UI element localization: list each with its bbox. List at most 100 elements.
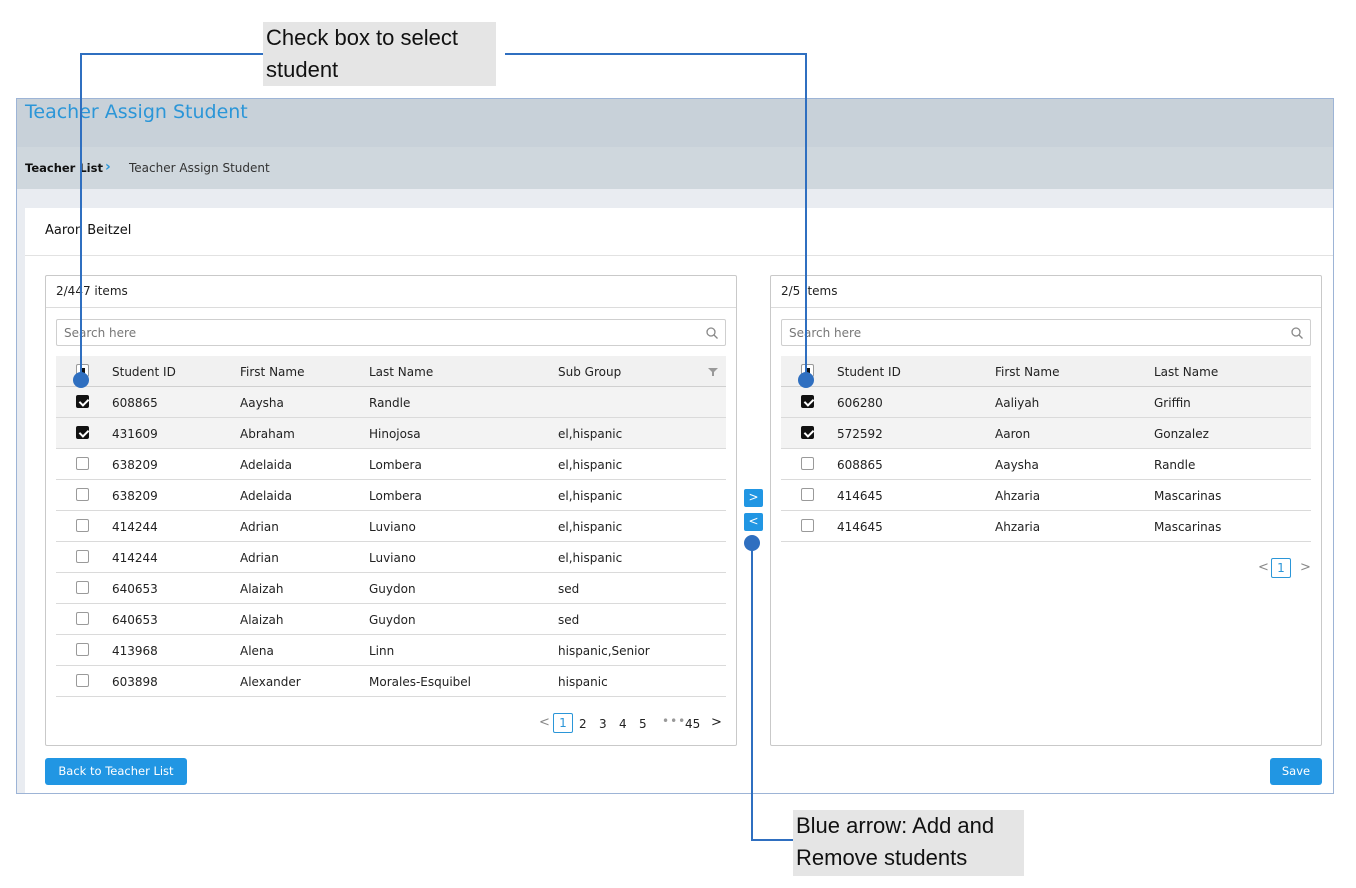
callout-text-line: Blue arrow: Add and: [796, 813, 995, 838]
right-pagination: < 1 >: [1258, 558, 1318, 578]
row-checkbox[interactable]: [801, 488, 814, 501]
cell-first-name: Adelaida: [240, 489, 292, 503]
page-4-button[interactable]: 4: [619, 717, 627, 731]
available-students-panel: 2/447 items Student ID First Name Last N…: [45, 275, 737, 746]
left-search-box: [56, 319, 726, 346]
row-checkbox[interactable]: [76, 395, 89, 408]
column-header-first-name[interactable]: First Name: [995, 365, 1059, 379]
table-row[interactable]: 638209 Adelaida Lombera el,hispanic: [56, 480, 726, 511]
table-row[interactable]: 414645 Ahzaria Mascarinas: [781, 480, 1311, 511]
cell-last-name: Linn: [369, 644, 395, 658]
arrow-callout: Blue arrow: Add and Remove students: [793, 810, 1024, 876]
card-header: Aaron Beitzel: [25, 208, 1333, 256]
next-page-button[interactable]: >: [1300, 560, 1311, 575]
cell-first-name: Alaizah: [240, 582, 284, 596]
search-icon[interactable]: [1290, 326, 1304, 340]
table-row[interactable]: 414645 Ahzaria Mascarinas: [781, 511, 1311, 542]
column-header-last-name[interactable]: Last Name: [1154, 365, 1218, 379]
remove-students-button[interactable]: <: [744, 513, 763, 531]
next-page-button[interactable]: >: [711, 715, 722, 730]
cell-sub-group: el,hispanic: [558, 489, 623, 503]
column-header-student-id[interactable]: Student ID: [837, 365, 901, 379]
checkbox-callout: Check box to select student: [263, 22, 496, 86]
page-5-button[interactable]: 5: [639, 717, 647, 731]
cell-student-id: 603898: [112, 675, 158, 689]
cell-last-name: Gonzalez: [1154, 427, 1209, 441]
row-checkbox[interactable]: [76, 674, 89, 687]
left-search-input[interactable]: [57, 320, 725, 345]
cell-sub-group: sed: [558, 613, 580, 627]
table-row[interactable]: 606280 Aaliyah Griffin: [781, 387, 1311, 418]
cell-last-name: Guydon: [369, 613, 416, 627]
cell-student-id: 414645: [837, 489, 883, 503]
row-checkbox[interactable]: [76, 519, 89, 532]
table-row[interactable]: 431609 Abraham Hinojosa el,hispanic: [56, 418, 726, 449]
row-checkbox[interactable]: [76, 550, 89, 563]
cell-student-id: 413968: [112, 644, 158, 658]
row-checkbox[interactable]: [801, 457, 814, 470]
page-45-button[interactable]: 45: [685, 717, 700, 731]
cell-student-id: 640653: [112, 613, 158, 627]
row-checkbox[interactable]: [76, 643, 89, 656]
row-checkbox[interactable]: [76, 426, 89, 439]
column-header-first-name[interactable]: First Name: [240, 365, 304, 379]
row-checkbox[interactable]: [76, 581, 89, 594]
page-1-button[interactable]: 1: [553, 713, 573, 733]
cell-first-name: Alaizah: [240, 613, 284, 627]
annotation-dot: [73, 372, 89, 388]
cell-last-name: Guydon: [369, 582, 416, 596]
page-3-button[interactable]: 3: [599, 717, 607, 731]
table-row[interactable]: 608865 Aaysha Randle: [56, 387, 726, 418]
back-to-teacher-list-button[interactable]: Back to Teacher List: [45, 758, 187, 785]
table-row[interactable]: 572592 Aaron Gonzalez: [781, 418, 1311, 449]
assigned-students-table: Student ID First Name Last Name 606280 Aa…: [781, 356, 1311, 542]
callout-text-line: Check box to select: [266, 25, 458, 50]
table-row[interactable]: 603898 Alexander Morales-Esquibel hispanic: [56, 666, 726, 697]
annotation-line: [805, 53, 807, 377]
table-row[interactable]: 413968 Alena Linn hispanic,Senior: [56, 635, 726, 666]
chevron-right-icon: ›: [105, 159, 111, 175]
cell-sub-group: el,hispanic: [558, 458, 623, 472]
row-checkbox[interactable]: [801, 426, 814, 439]
page-ellipsis[interactable]: •••: [662, 714, 686, 728]
breadcrumb-teacher-list-link[interactable]: Teacher List: [25, 161, 103, 175]
row-checkbox[interactable]: [76, 488, 89, 501]
filter-icon[interactable]: [708, 367, 718, 377]
prev-page-button[interactable]: <: [1258, 560, 1269, 575]
table-row[interactable]: 608865 Aaysha Randle: [781, 449, 1311, 480]
column-header-last-name[interactable]: Last Name: [369, 365, 433, 379]
table-row[interactable]: 414244 Adrian Luviano el,hispanic: [56, 511, 726, 542]
cell-sub-group: sed: [558, 582, 580, 596]
row-checkbox[interactable]: [76, 457, 89, 470]
cell-last-name: Lombera: [369, 458, 422, 472]
cell-sub-group: el,hispanic: [558, 427, 623, 441]
table-row[interactable]: 638209 Adelaida Lombera el,hispanic: [56, 449, 726, 480]
right-search-input[interactable]: [782, 320, 1310, 345]
row-checkbox[interactable]: [801, 395, 814, 408]
cell-last-name: Hinojosa: [369, 427, 421, 441]
page-1-button[interactable]: 1: [1271, 558, 1291, 578]
table-row[interactable]: 640653 Alaizah Guydon sed: [56, 573, 726, 604]
table-header-row: Student ID First Name Last Name: [781, 356, 1311, 387]
prev-page-button[interactable]: <: [539, 715, 550, 730]
cell-first-name: Adrian: [240, 520, 279, 534]
cell-student-id: 608865: [837, 458, 883, 472]
search-icon[interactable]: [705, 326, 719, 340]
add-students-button[interactable]: >: [744, 489, 763, 507]
page-2-button[interactable]: 2: [579, 717, 587, 731]
breadcrumb: Teacher List › Teacher Assign Student: [17, 147, 1333, 189]
annotation-line: [80, 53, 82, 377]
column-header-sub-group[interactable]: Sub Group: [558, 365, 621, 379]
cell-first-name: Abraham: [240, 427, 295, 441]
cell-first-name: Aaysha: [240, 396, 284, 410]
cell-student-id: 431609: [112, 427, 158, 441]
row-checkbox[interactable]: [801, 519, 814, 532]
table-row[interactable]: 640653 Alaizah Guydon sed: [56, 604, 726, 635]
table-row[interactable]: 414244 Adrian Luviano el,hispanic: [56, 542, 726, 573]
cell-last-name: Randle: [1154, 458, 1196, 472]
cell-last-name: Lombera: [369, 489, 422, 503]
table-header-row: Student ID First Name Last Name Sub Grou…: [56, 356, 726, 387]
column-header-student-id[interactable]: Student ID: [112, 365, 176, 379]
save-button[interactable]: Save: [1270, 758, 1322, 785]
row-checkbox[interactable]: [76, 612, 89, 625]
